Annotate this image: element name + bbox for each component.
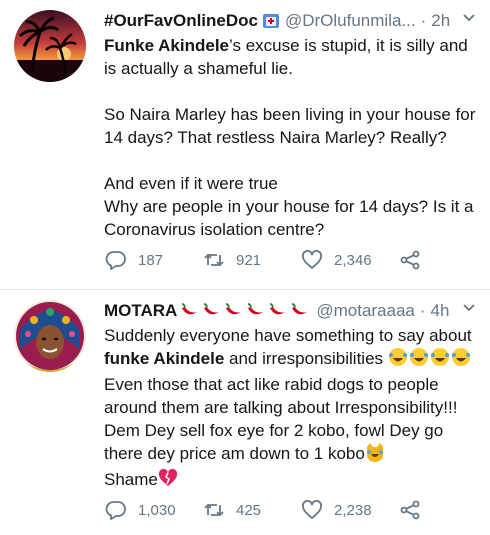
retweet-count: 921 [236,251,262,269]
tweet-2[interactable]: MOTARA @motaraaaa · 4h Suddenly everyone [0,290,490,535]
share-icon [400,500,420,520]
tweet-text: Suddenly everyone have something to say … [104,324,476,494]
tweet-actions: 187 921 2,346 [104,248,490,272]
chevron-down-icon[interactable] [462,10,476,32]
tweet-1[interactable]: #OurFavOnlineDoc @DrOlufunmila... · 2h F… [0,0,490,290]
body-line-4: Shame [104,470,158,489]
mention-text: funke Akindele [104,349,225,368]
user-handle[interactable]: @motaraaaa [316,300,415,322]
display-name[interactable]: #OurFavOnlineDoc [104,10,258,32]
tweet-actions: 1,030 425 2,238 [104,498,490,522]
body-paragraph-3-line-2: Why are people in your house for 14 days… [104,197,474,239]
tweet-header: #OurFavOnlineDoc @DrOlufunmila... · 2h [104,10,476,32]
tweet-header: MOTARA @motaraaaa · 4h [104,300,476,322]
like-count: 2,238 [334,501,372,519]
body-line-2: and irresponsibilities [224,349,388,368]
display-name[interactable]: MOTARA [104,300,177,322]
body-line-3: Even those that act like rabid dogs to p… [104,375,458,463]
retweet-icon [204,503,224,517]
retweet-icon [204,253,224,267]
hospital-emoji-icon [262,12,280,30]
retweet-button[interactable]: 425 [202,498,300,522]
user-handle[interactable]: @DrOlufunmila... [285,10,416,32]
reply-count: 1,030 [138,501,176,519]
share-button[interactable] [398,498,490,522]
share-button[interactable] [398,248,490,272]
heart-icon [302,500,322,519]
heart-icon [302,250,322,269]
tweet-content: MOTARA @motaraaaa · 4h Suddenly everyone [104,300,476,494]
like-count: 2,346 [334,251,372,269]
reply-button[interactable]: 1,030 [104,498,202,522]
tweet-content: #OurFavOnlineDoc @DrOlufunmila... · 2h F… [104,10,476,241]
reply-icon [105,251,126,270]
chevron-down-icon[interactable] [462,300,476,322]
broken-heart-icon [158,468,178,494]
retweet-count: 425 [236,501,262,519]
timestamp[interactable]: 4h [431,300,450,322]
separator-dot: · [420,11,427,30]
mention-text: Funke Akindele [104,36,230,55]
chili-pepper-icons [179,302,311,320]
avatar[interactable] [14,300,86,372]
reply-icon [105,501,126,520]
reply-count: 187 [138,251,164,269]
avatar[interactable] [14,10,86,82]
retweet-button[interactable]: 921 [202,248,300,272]
share-icon [400,250,420,270]
timestamp[interactable]: 2h [431,10,450,32]
reply-button[interactable]: 187 [104,248,202,272]
like-button[interactable]: 2,346 [300,248,398,272]
body-line-1: Suddenly everyone have something to say … [104,326,472,345]
tweet-text: Funke Akindele’s excuse is stupid, it is… [104,34,476,241]
like-button[interactable]: 2,238 [300,498,398,522]
cat-joy-emoji-icon [365,442,385,468]
body-paragraph-3-line-1: And even if it were true [104,174,278,193]
laughing-emoji-icons [388,347,472,373]
body-paragraph-2: So Naira Marley has been living in your … [104,105,476,147]
separator-dot: · [419,301,426,320]
